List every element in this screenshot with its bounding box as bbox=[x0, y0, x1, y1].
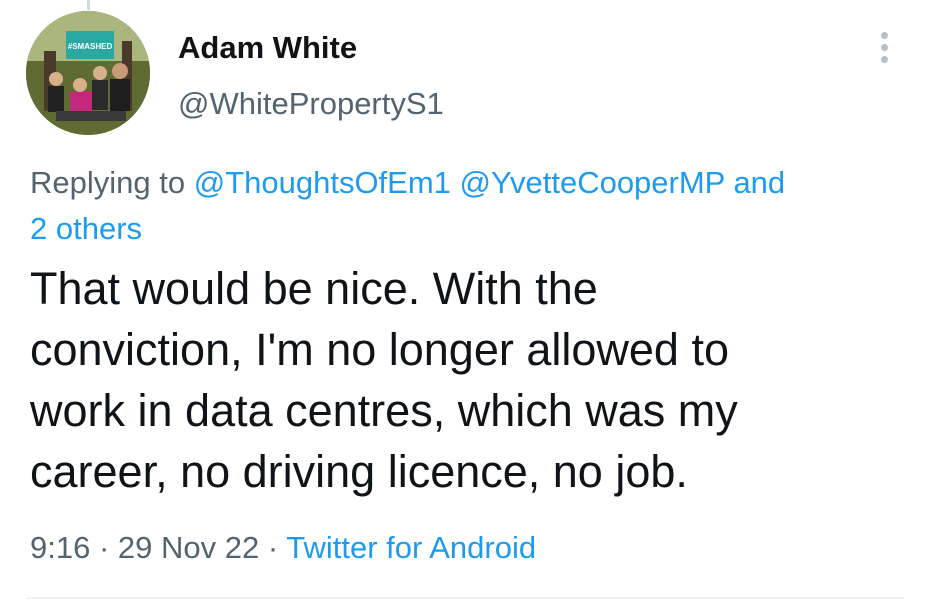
tweet-source-link[interactable]: Twitter for Android bbox=[286, 530, 536, 565]
author-name[interactable]: Adam White bbox=[178, 30, 357, 66]
author-handle[interactable]: @WhitePropertyS1 bbox=[178, 86, 444, 122]
tweet-metadata: 9:16 · 29 Nov 22 · Twitter for Android bbox=[30, 528, 536, 568]
replying-prefix: Replying to bbox=[30, 165, 186, 200]
tweet-text: That would be nice. With the conviction,… bbox=[30, 258, 900, 502]
tweet-text-line: career, no driving licence, no job. bbox=[30, 446, 688, 497]
mention-others-link[interactable]: 2 others bbox=[30, 211, 142, 246]
more-vertical-icon bbox=[880, 32, 888, 39]
mention-and[interactable]: and bbox=[733, 165, 785, 200]
thread-connector-line bbox=[87, 0, 90, 10]
mention-link[interactable]: @YvetteCooperMP bbox=[460, 165, 725, 200]
tweet-text-line: conviction, I'm no longer allowed to bbox=[30, 324, 729, 375]
more-options-button[interactable] bbox=[872, 32, 896, 68]
divider bbox=[26, 597, 904, 599]
meta-separator: · bbox=[267, 530, 279, 565]
avatar[interactable]: #SMASHED bbox=[26, 11, 150, 135]
replying-to: Replying to @ThoughtsOfEm1 @YvetteCooper… bbox=[30, 160, 900, 252]
tweet-date[interactable]: 29 Nov 22 bbox=[118, 530, 259, 565]
tweet-text-line: work in data centres, which was my bbox=[30, 385, 738, 436]
meta-separator: · bbox=[98, 530, 110, 565]
tweet-time[interactable]: 9:16 bbox=[30, 530, 90, 565]
tweet-text-line: That would be nice. With the bbox=[30, 263, 598, 314]
avatar-photo: #SMASHED bbox=[26, 11, 150, 135]
tweet: #SMASHED Adam White @WhitePropertyS1 Rep… bbox=[0, 0, 930, 600]
avatar-sign-text: #SMASHED bbox=[68, 42, 113, 51]
mention-link[interactable]: @ThoughtsOfEm1 bbox=[194, 165, 451, 200]
